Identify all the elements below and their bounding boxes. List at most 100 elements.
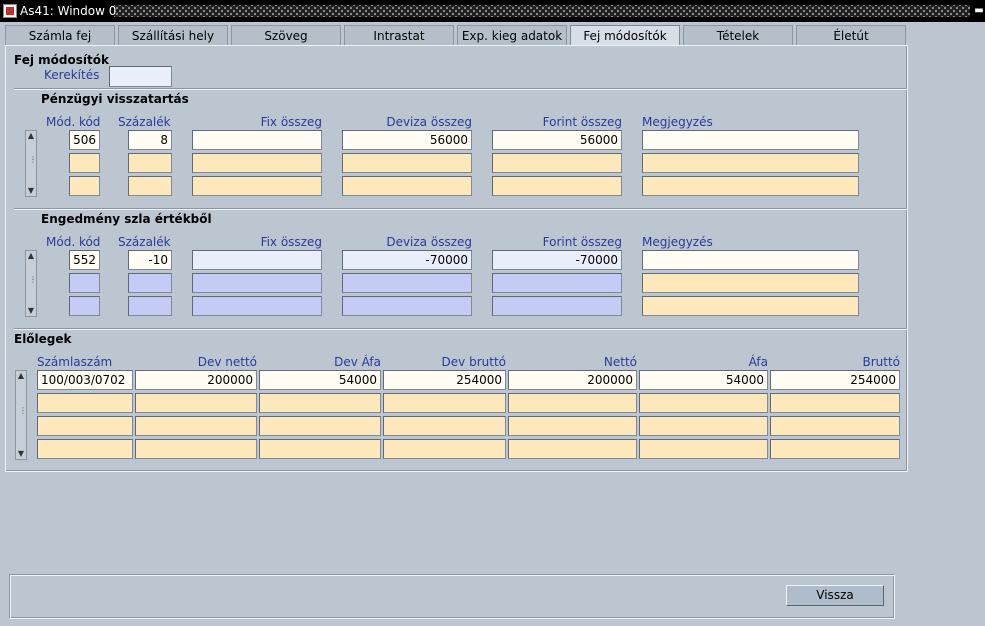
eloleg-dev-afa-field[interactable] (259, 439, 381, 459)
engedmeny-megjegyzes-field[interactable] (642, 273, 859, 293)
eloleg-scrollbar[interactable]: ▲ ⋮ ▼ (15, 370, 27, 460)
engedmeny-megjegyzes-field[interactable] (642, 296, 859, 316)
engedmeny-megjegyzes-field[interactable] (642, 250, 859, 270)
penzugyi-fix-osszeg-field[interactable] (192, 130, 322, 150)
engedmeny-col-deviza-osszeg: Deviza összeg (386, 235, 472, 249)
engedmeny-szazalek-field[interactable]: -10 (128, 250, 172, 270)
eloleg-brutto-field[interactable] (770, 393, 900, 413)
eloleg-szamlaszam-field[interactable] (37, 439, 133, 459)
engedmeny-szazalek-field[interactable] (128, 273, 172, 293)
engedmeny-fix-osszeg-field[interactable] (192, 296, 322, 316)
separator (14, 328, 907, 330)
engedmeny-scrollbar[interactable]: ▲ ⋮ ▼ (25, 250, 37, 317)
eloleg-dev-afa-field[interactable]: 54000 (259, 370, 381, 390)
penzugyi-col-forint-osszeg: Forint összeg (542, 115, 622, 129)
tab-szallitasi-hely[interactable]: Szállítási hely (118, 25, 228, 45)
eloleg-dev-brutto-field[interactable] (383, 439, 506, 459)
eloleg-netto-field[interactable]: 200000 (508, 370, 637, 390)
scroll-up-icon[interactable]: ▲ (26, 131, 36, 141)
penzugyi-fix-osszeg-field[interactable] (192, 176, 322, 196)
tab-intrastat[interactable]: Intrastat (344, 25, 454, 45)
engedmeny-col-fix-osszeg: Fix összeg (260, 235, 322, 249)
engedmeny-col-megjegyzes: Megjegyzés (642, 235, 713, 249)
penzugyi-szazalek-field[interactable] (128, 176, 172, 196)
penzugyi-deviza-osszeg-field[interactable] (342, 176, 472, 196)
penzugyi-deviza-osszeg-field[interactable] (342, 153, 472, 173)
penzugyi-megjegyzes-field[interactable] (642, 176, 859, 196)
eloleg-dev-brutto-field[interactable]: 254000 (383, 370, 506, 390)
eloleg-dev-netto-field[interactable]: 200000 (135, 370, 257, 390)
window-title: As41: Window 0 (20, 4, 117, 18)
scroll-up-icon[interactable]: ▲ (26, 251, 36, 261)
penzugyi-scrollbar[interactable]: ▲ ⋮ ▼ (25, 130, 37, 197)
eloleg-dev-afa-field[interactable] (259, 416, 381, 436)
engedmeny-mod-kod-field[interactable] (69, 296, 100, 316)
penzugyi-mod-kod-field[interactable] (69, 153, 100, 173)
eloleg-col-dev-brutto: Dev bruttó (441, 355, 506, 369)
tab-eletut[interactable]: Életút (796, 25, 906, 45)
engedmeny-deviza-osszeg-field[interactable] (342, 296, 472, 316)
engedmeny-forint-osszeg-field[interactable]: -70000 (492, 250, 622, 270)
engedmeny-forint-osszeg-field[interactable] (492, 296, 622, 316)
engedmeny-col-mod-kod: Mód. kód (46, 235, 101, 249)
tab-fej-modositok[interactable]: Fej módosítók (570, 25, 680, 46)
engedmeny-fix-osszeg-field[interactable] (192, 250, 322, 270)
footer-panel (10, 575, 895, 619)
engedmeny-mod-kod-field[interactable]: 552 (69, 250, 100, 270)
back-button[interactable]: Vissza (786, 585, 884, 606)
eloleg-netto-field[interactable] (508, 416, 637, 436)
penzugyi-megjegyzes-field[interactable] (642, 153, 859, 173)
eloleg-afa-field[interactable] (639, 393, 768, 413)
eloleg-dev-afa-field[interactable] (259, 393, 381, 413)
scroll-down-icon[interactable]: ▼ (16, 449, 26, 459)
tab-tetelek[interactable]: Tételek (683, 25, 793, 45)
eloleg-dev-netto-field[interactable] (135, 393, 257, 413)
engedmeny-deviza-osszeg-field[interactable]: -70000 (342, 250, 472, 270)
kerekites-label: Kerekítés (44, 68, 100, 82)
eloleg-dev-netto-field[interactable] (135, 439, 257, 459)
eloleg-dev-brutto-field[interactable] (383, 393, 506, 413)
penzugyi-forint-osszeg-field[interactable] (492, 176, 622, 196)
penzugyi-megjegyzes-field[interactable] (642, 130, 859, 150)
tab-exp-kieg-adatok[interactable]: Exp. kieg adatok (457, 25, 567, 45)
minimize-icon[interactable]: ▬ (973, 4, 985, 18)
eloleg-dev-brutto-field[interactable] (383, 416, 506, 436)
eloleg-afa-field[interactable]: 54000 (639, 370, 768, 390)
penzugyi-deviza-osszeg-field[interactable]: 56000 (342, 130, 472, 150)
scroll-down-icon[interactable]: ▼ (26, 186, 36, 196)
penzugyi-mod-kod-field[interactable]: 506 (69, 130, 100, 150)
eloleg-afa-field[interactable] (639, 439, 768, 459)
penzugyi-szazalek-field[interactable]: 8 (128, 130, 172, 150)
eloleg-afa-field[interactable] (639, 416, 768, 436)
grip-icon: ⋮ (29, 155, 37, 164)
eloleg-col-dev-netto: Dev nettó (197, 355, 257, 369)
penzugyi-forint-osszeg-field[interactable] (492, 153, 622, 173)
eloleg-szamlaszam-field[interactable] (37, 416, 133, 436)
eloleg-brutto-field[interactable] (770, 416, 900, 436)
penzugyi-forint-osszeg-field[interactable]: 56000 (492, 130, 622, 150)
eloleg-netto-field[interactable] (508, 439, 637, 459)
engedmeny-szazalek-field[interactable] (128, 296, 172, 316)
eloleg-heading: Előlegek (14, 332, 72, 346)
engedmeny-mod-kod-field[interactable] (69, 273, 100, 293)
scroll-up-icon[interactable]: ▲ (16, 371, 26, 381)
eloleg-szamlaszam-field[interactable]: 100/003/0702 (37, 370, 133, 390)
eloleg-brutto-field[interactable] (770, 439, 900, 459)
engedmeny-fix-osszeg-field[interactable] (192, 273, 322, 293)
penzugyi-szazalek-field[interactable] (128, 153, 172, 173)
eloleg-brutto-field[interactable]: 254000 (770, 370, 900, 390)
eloleg-szamlaszam-field[interactable] (37, 393, 133, 413)
tab-szoveg[interactable]: Szöveg (231, 25, 341, 45)
tab-szamla-fej[interactable]: Számla fej (5, 25, 115, 45)
scroll-down-icon[interactable]: ▼ (26, 306, 36, 316)
penzugyi-mod-kod-field[interactable] (69, 176, 100, 196)
penzugyi-fix-osszeg-field[interactable] (192, 153, 322, 173)
engedmeny-deviza-osszeg-field[interactable] (342, 273, 472, 293)
kerekites-field[interactable] (109, 66, 172, 87)
eloleg-col-afa: Áfa (748, 355, 768, 369)
eloleg-netto-field[interactable] (508, 393, 637, 413)
grip-icon: ⋮ (29, 275, 37, 284)
app-icon (3, 4, 17, 18)
eloleg-dev-netto-field[interactable] (135, 416, 257, 436)
engedmeny-forint-osszeg-field[interactable] (492, 273, 622, 293)
